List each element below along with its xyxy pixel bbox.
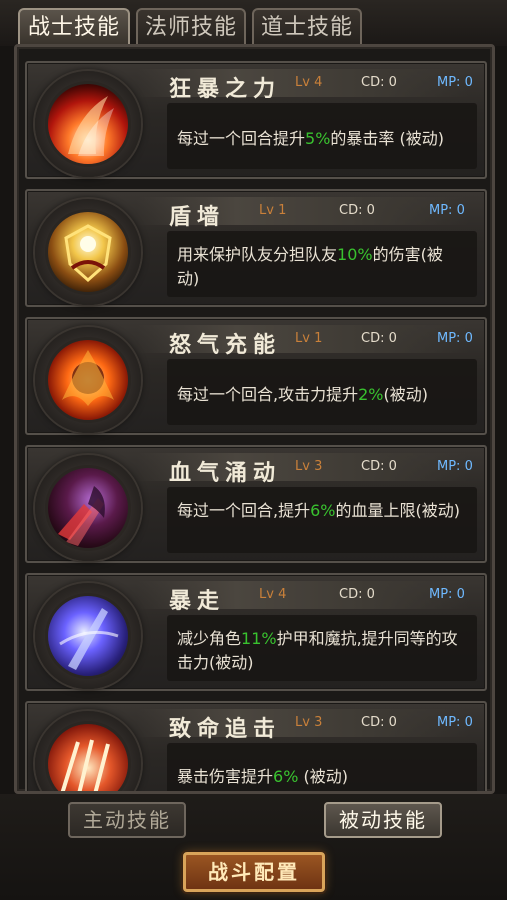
skill-level: Lv 1 <box>259 203 287 218</box>
skill-card[interactable]: 盾墙 Lv 1 CD: 0 MP: 0 用来保护队友分担队友10%的伤害(被动) <box>25 189 487 307</box>
skill-list-panel: 狂暴之力 Lv 4 CD: 0 MP: 0 每过一个回合提升5%的暴击率 (被动… <box>14 44 495 794</box>
skill-name: 致命追击 <box>169 716 282 742</box>
skill-name: 血气涌动 <box>169 460 282 486</box>
skill-icon-frame <box>35 71 141 177</box>
skill-card[interactable]: 怒气充能 Lv 1 CD: 0 MP: 0 每过一个回合,攻击力提升2%(被动) <box>25 317 487 435</box>
passive-skills-button[interactable]: 被动技能 <box>324 802 442 838</box>
skill-level: Lv 3 <box>295 459 323 474</box>
golden-shield-icon <box>48 212 128 292</box>
tab-warrior[interactable]: 战士技能 <box>18 8 130 44</box>
skill-mp-cost: MP: 0 <box>437 715 473 730</box>
skill-card[interactable]: 致命追击 Lv 3 CD: 0 MP: 0 暴击伤害提升6% (被动) <box>25 701 487 791</box>
skill-cooldown: CD: 0 <box>361 459 397 474</box>
fury-flame-icon <box>48 84 128 164</box>
skill-description: 每过一个回合,提升6%的血量上限(被动) <box>177 501 460 520</box>
skill-name: 狂暴之力 <box>169 76 282 102</box>
skill-card[interactable]: 暴走 Lv 4 CD: 0 MP: 0 减少角色11%护甲和魔抗,提升同等的攻击… <box>25 573 487 691</box>
skill-mp-cost: MP: 0 <box>437 75 473 90</box>
lethal-strike-icon <box>48 724 128 791</box>
active-skills-button[interactable]: 主动技能 <box>68 802 186 838</box>
skill-description: 减少角色11%护甲和魔抗,提升同等的攻击力(被动) <box>177 629 458 672</box>
skill-name: 怒气充能 <box>169 332 282 358</box>
skill-mp-cost: MP: 0 <box>429 203 465 218</box>
skill-card[interactable]: 狂暴之力 Lv 4 CD: 0 MP: 0 每过一个回合提升5%的暴击率 (被动… <box>25 61 487 179</box>
skill-level: Lv 4 <box>259 587 287 602</box>
skill-icon-frame <box>35 711 141 791</box>
skill-cooldown: CD: 0 <box>361 715 397 730</box>
skill-cooldown: CD: 0 <box>361 331 397 346</box>
battle-config-button[interactable]: 战斗配置 <box>183 852 325 892</box>
skill-mp-cost: MP: 0 <box>437 331 473 346</box>
skill-level: Lv 1 <box>295 331 323 346</box>
skill-card[interactable]: 血气涌动 Lv 3 CD: 0 MP: 0 每过一个回合,提升6%的血量上限(被… <box>25 445 487 563</box>
skill-icon-frame <box>35 455 141 561</box>
tab-mage[interactable]: 法师技能 <box>136 8 246 44</box>
skill-icon-frame <box>35 327 141 433</box>
skill-cooldown: CD: 0 <box>339 587 375 602</box>
skill-description: 暴击伤害提升6% (被动) <box>177 767 348 786</box>
skill-cooldown: CD: 0 <box>361 75 397 90</box>
skill-icon-frame <box>35 583 141 689</box>
skill-mp-cost: MP: 0 <box>429 587 465 602</box>
skill-level: Lv 3 <box>295 715 323 730</box>
skill-mp-cost: MP: 0 <box>437 459 473 474</box>
skill-description: 每过一个回合提升5%的暴击率 (被动) <box>177 129 444 148</box>
skill-class-tabs: 战士技能 法师技能 道士技能 <box>0 0 507 46</box>
rage-fire-icon <box>48 340 128 420</box>
skill-level: Lv 4 <box>295 75 323 90</box>
skill-cooldown: CD: 0 <box>339 203 375 218</box>
tab-taoist[interactable]: 道士技能 <box>252 8 362 44</box>
skill-description: 每过一个回合,攻击力提升2%(被动) <box>177 385 428 404</box>
blood-surge-icon <box>48 468 128 548</box>
rampage-blade-icon <box>48 596 128 676</box>
skill-description: 用来保护队友分担队友10%的伤害(被动) <box>177 245 443 288</box>
skill-icon-frame <box>35 199 141 305</box>
